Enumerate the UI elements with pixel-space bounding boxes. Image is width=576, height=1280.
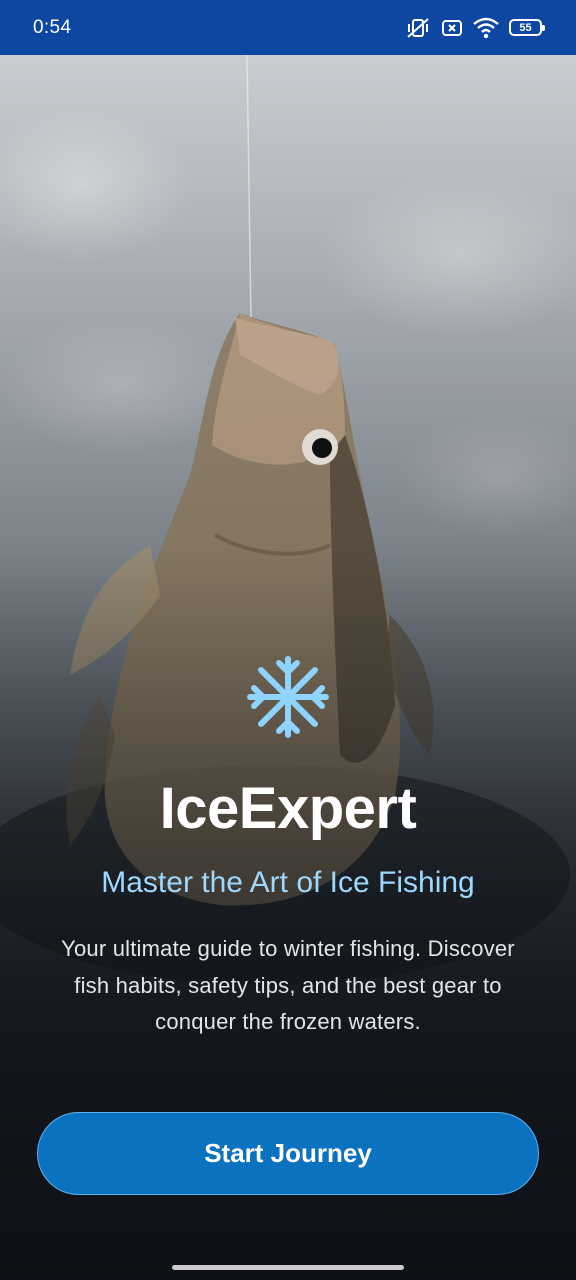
vibrate-off-icon [405, 16, 431, 40]
sim-off-icon [441, 18, 463, 38]
app-title: IceExpert [159, 776, 417, 841]
app-description: Your ultimate guide to winter fishing. D… [61, 936, 515, 1034]
home-indicator[interactable] [172, 1265, 404, 1270]
status-bar: 0:54 55 [0, 0, 576, 55]
tagline: Master the Art of Ice Fishing [101, 866, 475, 899]
status-time: 0:54 [33, 16, 72, 38]
snowflake-icon [247, 656, 329, 738]
status-icons: 55 [405, 16, 545, 40]
battery-icon: 55 [509, 19, 545, 36]
hero-content: IceExpert Master the Art of Ice Fishing … [0, 655, 576, 1041]
wifi-icon [473, 17, 499, 39]
splash-screen: 0:54 55 IceExpert Master the Art of Ice … [0, 0, 576, 1280]
start-journey-button[interactable]: Start Journey [37, 1112, 539, 1195]
